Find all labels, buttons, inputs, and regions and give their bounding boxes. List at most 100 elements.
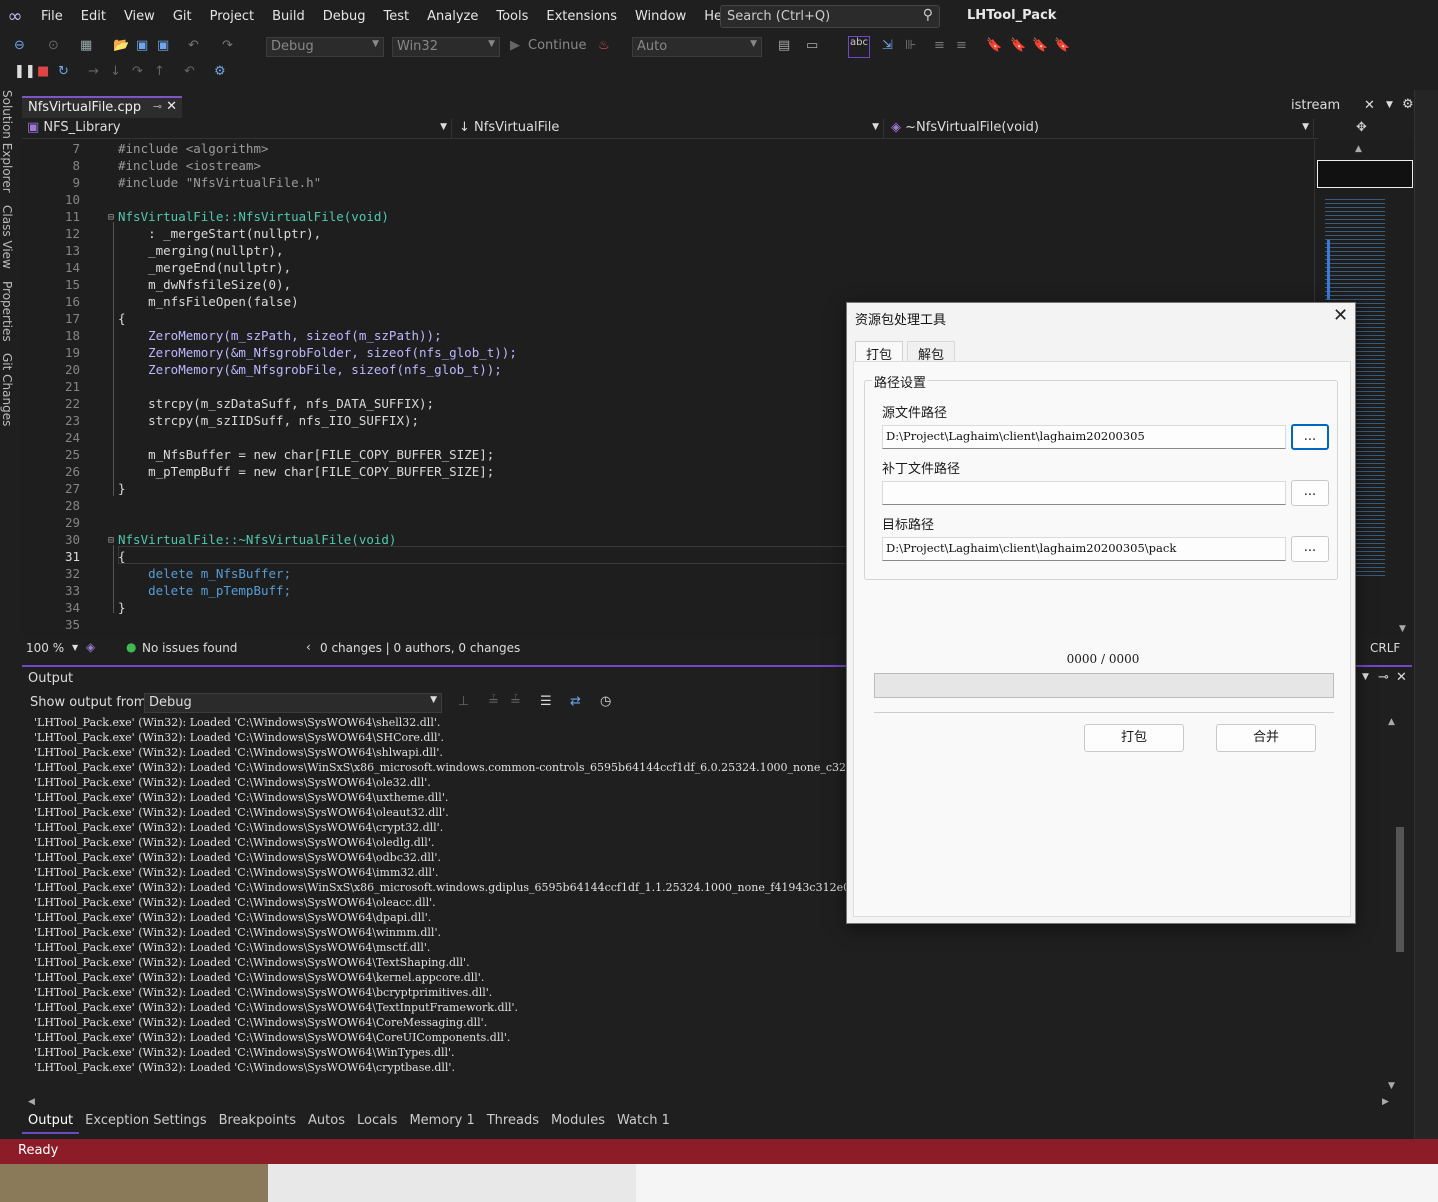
browse-target-button[interactable]: ...: [1291, 536, 1329, 562]
save-icon[interactable]: ▣: [136, 38, 148, 53]
play-icon[interactable]: ▶: [510, 38, 520, 53]
menu-edit[interactable]: Edit: [72, 0, 115, 34]
patch-path-input[interactable]: [882, 481, 1286, 505]
pause-icon[interactable]: ❚❚: [14, 64, 36, 79]
next-message-icon[interactable]: ≟: [510, 694, 521, 709]
auto-dropdown[interactable]: Auto ▼: [632, 37, 762, 57]
menu-file[interactable]: File: [32, 0, 72, 34]
member-dropdown[interactable]: ◈ ~NfsVirtualFile(void) ▼: [886, 119, 1314, 139]
clock-icon[interactable]: ◷: [600, 694, 611, 709]
tab-autos[interactable]: Autos: [302, 1110, 351, 1134]
menu-view[interactable]: View: [115, 0, 164, 34]
tab-modules[interactable]: Modules: [545, 1110, 611, 1134]
next-bookmark-icon[interactable]: 🔖: [1032, 38, 1048, 53]
stop-icon[interactable]: ■: [37, 64, 49, 79]
prev-message-icon[interactable]: ≟: [488, 694, 499, 709]
outdent-icon[interactable]: ≡: [934, 38, 945, 53]
zoom-level[interactable]: 100 %: [26, 641, 64, 655]
spell-check-icon[interactable]: abc: [848, 36, 870, 58]
open-file-icon[interactable]: 📂: [113, 38, 129, 53]
scroll-right-icon[interactable]: ▶: [1382, 1097, 1389, 1107]
vertical-scrollbar[interactable]: [1396, 827, 1404, 952]
layout-icon[interactable]: ▭: [806, 38, 818, 53]
menu-git[interactable]: Git: [164, 0, 201, 34]
tab-solution-explorer[interactable]: Solution Explorer: [0, 90, 14, 193]
configuration-dropdown[interactable]: Debug ▼: [266, 37, 384, 57]
clear-bookmark-icon[interactable]: 🔖: [1054, 38, 1070, 53]
tab-git-changes[interactable]: Git Changes: [0, 353, 14, 426]
bookmark-icon[interactable]: 🔖: [986, 38, 1002, 53]
tab-pack[interactable]: 打包: [855, 341, 904, 363]
minimap-viewport[interactable]: [1317, 160, 1413, 188]
preview-tab[interactable]: istream ✕ ▼ ⚙: [1288, 96, 1414, 118]
find-message-icon[interactable]: ⊥: [458, 694, 469, 709]
menu-analyze[interactable]: Analyze: [418, 0, 487, 34]
browse-patch-button[interactable]: ...: [1291, 480, 1329, 506]
forward-icon[interactable]: ⊙: [48, 38, 59, 53]
menu-build[interactable]: Build: [263, 0, 314, 34]
diagnostics-icon[interactable]: ⚙: [214, 64, 226, 79]
menu-debug[interactable]: Debug: [314, 0, 375, 34]
scroll-left-icon[interactable]: ◀: [28, 1097, 35, 1107]
undo-icon[interactable]: ↶: [188, 38, 199, 53]
issues-status[interactable]: No issues found: [142, 641, 237, 655]
scroll-down-icon[interactable]: ▼: [1399, 624, 1406, 634]
show-next-statement-icon[interactable]: →: [88, 64, 99, 79]
redo-icon[interactable]: ↷: [222, 38, 233, 53]
step-icon[interactable]: ⇲: [882, 38, 893, 53]
tab-class-view[interactable]: Class View: [0, 205, 14, 269]
class-dropdown[interactable]: ↓ NfsVirtualFile ▼: [454, 119, 884, 139]
tab-exception-settings[interactable]: Exception Settings: [79, 1110, 212, 1134]
menu-extensions[interactable]: Extensions: [537, 0, 626, 34]
tab-properties[interactable]: Properties: [0, 281, 14, 342]
platform-dropdown[interactable]: Win32 ▼: [392, 37, 500, 57]
step-into-icon[interactable]: ↓: [110, 64, 121, 79]
project-dropdown[interactable]: ▣ NFS_Library ▼: [22, 119, 452, 139]
menu-tools[interactable]: Tools: [487, 0, 537, 34]
browse-icon[interactable]: ▤: [778, 38, 790, 53]
search-box[interactable]: Search (Ctrl+Q) ⚲: [720, 5, 940, 28]
pack-button[interactable]: 打包: [1084, 724, 1184, 752]
menu-project[interactable]: Project: [201, 0, 263, 34]
step-back-icon[interactable]: ↶: [184, 64, 195, 79]
tab-output[interactable]: Output: [22, 1110, 80, 1134]
browse-source-button[interactable]: ...: [1291, 424, 1329, 450]
hot-reload-icon[interactable]: ♨: [598, 38, 610, 53]
tab-locals[interactable]: Locals: [351, 1110, 403, 1134]
chevron-down-icon[interactable]: ▼: [1386, 100, 1393, 110]
chevron-down-icon[interactable]: ▼: [1362, 672, 1369, 682]
scroll-up-icon[interactable]: ▲: [1388, 717, 1395, 727]
line-ending[interactable]: CRLF: [1370, 641, 1400, 655]
close-icon[interactable]: ✕: [1333, 305, 1348, 326]
save-all-icon[interactable]: ▣: [157, 38, 169, 53]
step-out-icon[interactable]: ↑: [154, 64, 165, 79]
close-icon[interactable]: ✕: [1396, 670, 1407, 685]
chevron-down-icon[interactable]: ▼: [72, 643, 78, 652]
back-icon[interactable]: ⊖: [14, 38, 25, 53]
tab-memory-1[interactable]: Memory 1: [403, 1110, 480, 1134]
tab-unpack[interactable]: 解包: [907, 341, 956, 363]
document-tab[interactable]: NfsVirtualFile.cpp ⊸ ✕: [22, 96, 182, 118]
split-icon[interactable]: ✥: [1356, 120, 1367, 135]
word-wrap-icon[interactable]: ⇄: [570, 694, 581, 709]
clear-all-icon[interactable]: ☰: [540, 694, 552, 709]
menu-test[interactable]: Test: [375, 0, 419, 34]
prev-bookmark-icon[interactable]: 🔖: [1010, 38, 1026, 53]
tab-threads[interactable]: Threads: [481, 1110, 545, 1134]
pin-icon[interactable]: ⊸: [153, 100, 162, 113]
restart-icon[interactable]: ↻: [58, 64, 69, 79]
continue-button[interactable]: Continue: [528, 38, 586, 53]
new-project-icon[interactable]: ▦: [80, 38, 92, 53]
output-source-dropdown[interactable]: Debug ▼: [144, 693, 442, 713]
pin-icon[interactable]: ⊸: [1378, 670, 1389, 685]
menu-window[interactable]: Window: [626, 0, 695, 34]
scroll-down-icon[interactable]: ▼: [1388, 1081, 1395, 1091]
target-path-input[interactable]: D:\Project\Laghaim\client\laghaim2020030…: [882, 537, 1286, 561]
indent-icon[interactable]: ⊪: [905, 38, 916, 53]
close-icon[interactable]: ✕: [1364, 98, 1375, 113]
step-over-icon[interactable]: ↷: [132, 64, 143, 79]
tab-watch-1[interactable]: Watch 1: [611, 1110, 676, 1134]
source-path-input[interactable]: D:\Project\Laghaim\client\laghaim2020030…: [882, 425, 1286, 449]
scroll-up-icon[interactable]: ▲: [1355, 144, 1362, 154]
chevron-left-icon[interactable]: ‹: [306, 640, 311, 654]
